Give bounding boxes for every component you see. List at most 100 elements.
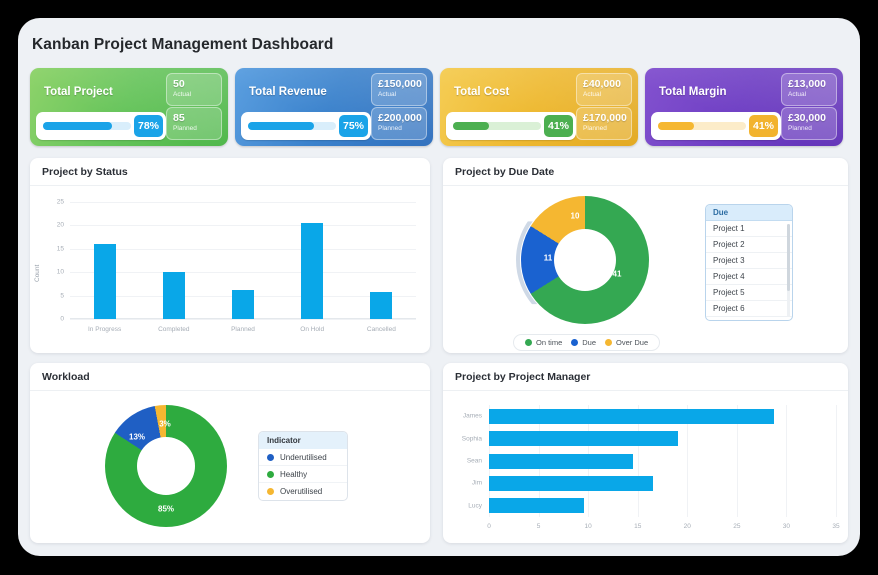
kpi-card-total-project[interactable]: Total Project 78% 50 Actual 85 Planned bbox=[30, 68, 228, 146]
bar[interactable] bbox=[370, 292, 392, 319]
kpi-actual-value: £150,000 bbox=[378, 78, 426, 90]
gridline bbox=[70, 225, 416, 226]
due-project-list[interactable]: Due Project 1 Project 2 Project 3 Projec… bbox=[705, 204, 793, 321]
progress-track bbox=[248, 122, 336, 130]
bar[interactable] bbox=[94, 244, 116, 319]
workload-indicator-legend[interactable]: Indicator Underutilised Healthy Overutil… bbox=[258, 431, 348, 501]
kpi-percent-badge: 41% bbox=[749, 115, 778, 137]
kpi-planned: £30,000 Planned bbox=[781, 107, 837, 140]
kpi-actual-value: £13,000 bbox=[788, 78, 836, 90]
kpi-planned-value: £170,000 bbox=[583, 112, 631, 124]
list-item[interactable]: Project 5 bbox=[706, 285, 792, 301]
panel-title: Project by Due Date bbox=[455, 166, 554, 178]
indicator-label: Healthy bbox=[280, 470, 307, 479]
bar[interactable] bbox=[163, 272, 185, 319]
x-axis-tick: 20 bbox=[684, 523, 691, 530]
kpi-planned: £170,000 Planned bbox=[576, 107, 632, 140]
panel-title: Project by Project Manager bbox=[455, 371, 590, 383]
donut-chart-due-date[interactable]: 41 11 10 bbox=[521, 196, 649, 324]
bar[interactable] bbox=[301, 223, 323, 319]
legend-dot-icon bbox=[267, 488, 274, 495]
kpi-card-total-margin[interactable]: Total Margin 41% £13,000 Actual £30,000 … bbox=[645, 68, 843, 146]
panel-body: 85% 13% 3% Indicator Underutilised Healt… bbox=[30, 391, 430, 543]
gridline bbox=[70, 272, 416, 273]
legend-label: On time bbox=[536, 338, 562, 347]
legend-label: Due bbox=[582, 338, 596, 347]
kpi-planned-value: £30,000 bbox=[788, 112, 836, 124]
dashboard-page: Kanban Project Management Dashboard Tota… bbox=[18, 18, 860, 556]
progress-fill bbox=[658, 122, 694, 130]
list-item[interactable]: Project 1 bbox=[706, 221, 792, 237]
donut-chart-workload[interactable]: 85% 13% 3% bbox=[105, 405, 227, 527]
legend-item-due[interactable]: Due bbox=[571, 338, 596, 347]
bar[interactable] bbox=[232, 290, 254, 319]
y-axis-tick: 25 bbox=[57, 199, 64, 206]
kpi-actual: 50 Actual bbox=[166, 73, 222, 106]
kpi-actual-label: Actual bbox=[788, 90, 836, 100]
bar-chart-status: Count 0510152025In ProgressCompletedPlan… bbox=[30, 186, 430, 353]
kpi-percent-badge: 41% bbox=[544, 115, 573, 137]
kpi-label: Total Revenue bbox=[249, 86, 327, 98]
legend-dot-icon bbox=[525, 339, 532, 346]
y-axis-tick: James bbox=[463, 413, 482, 420]
kpi-planned-label: Planned bbox=[173, 124, 221, 134]
list-scrollbar[interactable] bbox=[787, 224, 790, 317]
bar[interactable] bbox=[489, 431, 678, 446]
scrollbar-thumb[interactable] bbox=[787, 224, 790, 291]
kpi-progress: 75% bbox=[241, 112, 371, 140]
indicator-row-underutilised[interactable]: Underutilised bbox=[259, 449, 347, 466]
panel-header: Project by Project Manager bbox=[443, 363, 848, 391]
list-item[interactable]: Project 3 bbox=[706, 253, 792, 269]
x-axis-tick: Completed bbox=[158, 326, 189, 333]
panel-header: Project by Status bbox=[30, 158, 430, 186]
legend-item-over-due[interactable]: Over Due bbox=[605, 338, 648, 347]
list-item[interactable]: Project 2 bbox=[706, 237, 792, 253]
bar[interactable] bbox=[489, 454, 633, 469]
panel-header: Workload bbox=[30, 363, 430, 391]
kpi-planned-value: 85 bbox=[173, 112, 221, 124]
indicator-row-healthy[interactable]: Healthy bbox=[259, 466, 347, 483]
panel-body: Count 0510152025In ProgressCompletedPlan… bbox=[30, 186, 430, 353]
progress-fill bbox=[43, 122, 112, 130]
bar[interactable] bbox=[489, 498, 584, 513]
gridline bbox=[70, 249, 416, 250]
kpi-actual-label: Actual bbox=[378, 90, 426, 100]
kpi-progress: 41% bbox=[446, 112, 576, 140]
legend-item-on-time[interactable]: On time bbox=[525, 338, 562, 347]
kpi-planned: 85 Planned bbox=[166, 107, 222, 140]
x-axis-tick: On Hold bbox=[300, 326, 324, 333]
panel-project-by-due-date: Project by Due Date 41 11 10 On time Due bbox=[443, 158, 848, 353]
legend-dot-icon bbox=[267, 454, 274, 461]
slice-label-overutilised: 3% bbox=[159, 420, 171, 429]
legend-dot-icon bbox=[267, 471, 274, 478]
panel-body: 41 11 10 On time Due Over Due bbox=[443, 186, 848, 353]
kpi-planned: £200,000 Planned bbox=[371, 107, 427, 140]
kpi-card-total-revenue[interactable]: Total Revenue 75% £150,000 Actual £200,0… bbox=[235, 68, 433, 146]
kpi-card-total-cost[interactable]: Total Cost 41% £40,000 Actual £170,000 P… bbox=[440, 68, 638, 146]
x-axis-tick: 30 bbox=[783, 523, 790, 530]
progress-track bbox=[453, 122, 541, 130]
x-axis-tick: 25 bbox=[733, 523, 740, 530]
bar[interactable] bbox=[489, 476, 653, 491]
kpi-actual: £40,000 Actual bbox=[576, 73, 632, 106]
kpi-planned-label: Planned bbox=[583, 124, 631, 134]
progress-track bbox=[658, 122, 746, 130]
kpi-actual-value: 50 bbox=[173, 78, 221, 90]
due-list-header: Due bbox=[706, 205, 792, 221]
y-axis-tick: 0 bbox=[60, 316, 64, 323]
panel-workload: Workload 85% 13% 3% Indicator Underutili… bbox=[30, 363, 430, 543]
progress-fill bbox=[453, 122, 489, 130]
indicator-header: Indicator bbox=[259, 432, 347, 449]
kpi-actual-value: £40,000 bbox=[583, 78, 631, 90]
y-axis-tick: 20 bbox=[57, 222, 64, 229]
indicator-row-overutilised[interactable]: Overutilised bbox=[259, 483, 347, 500]
list-item[interactable]: Project 6 bbox=[706, 301, 792, 317]
x-axis-tick: 10 bbox=[585, 523, 592, 530]
donut-legend: On time Due Over Due bbox=[513, 334, 660, 351]
list-item[interactable]: Project 4 bbox=[706, 269, 792, 285]
kpi-planned-label: Planned bbox=[788, 124, 836, 134]
indicator-label: Overutilised bbox=[280, 487, 322, 496]
bar[interactable] bbox=[489, 409, 774, 424]
panel-project-by-project-manager: Project by Project Manager 0510152025303… bbox=[443, 363, 848, 543]
x-axis-tick: 15 bbox=[634, 523, 641, 530]
